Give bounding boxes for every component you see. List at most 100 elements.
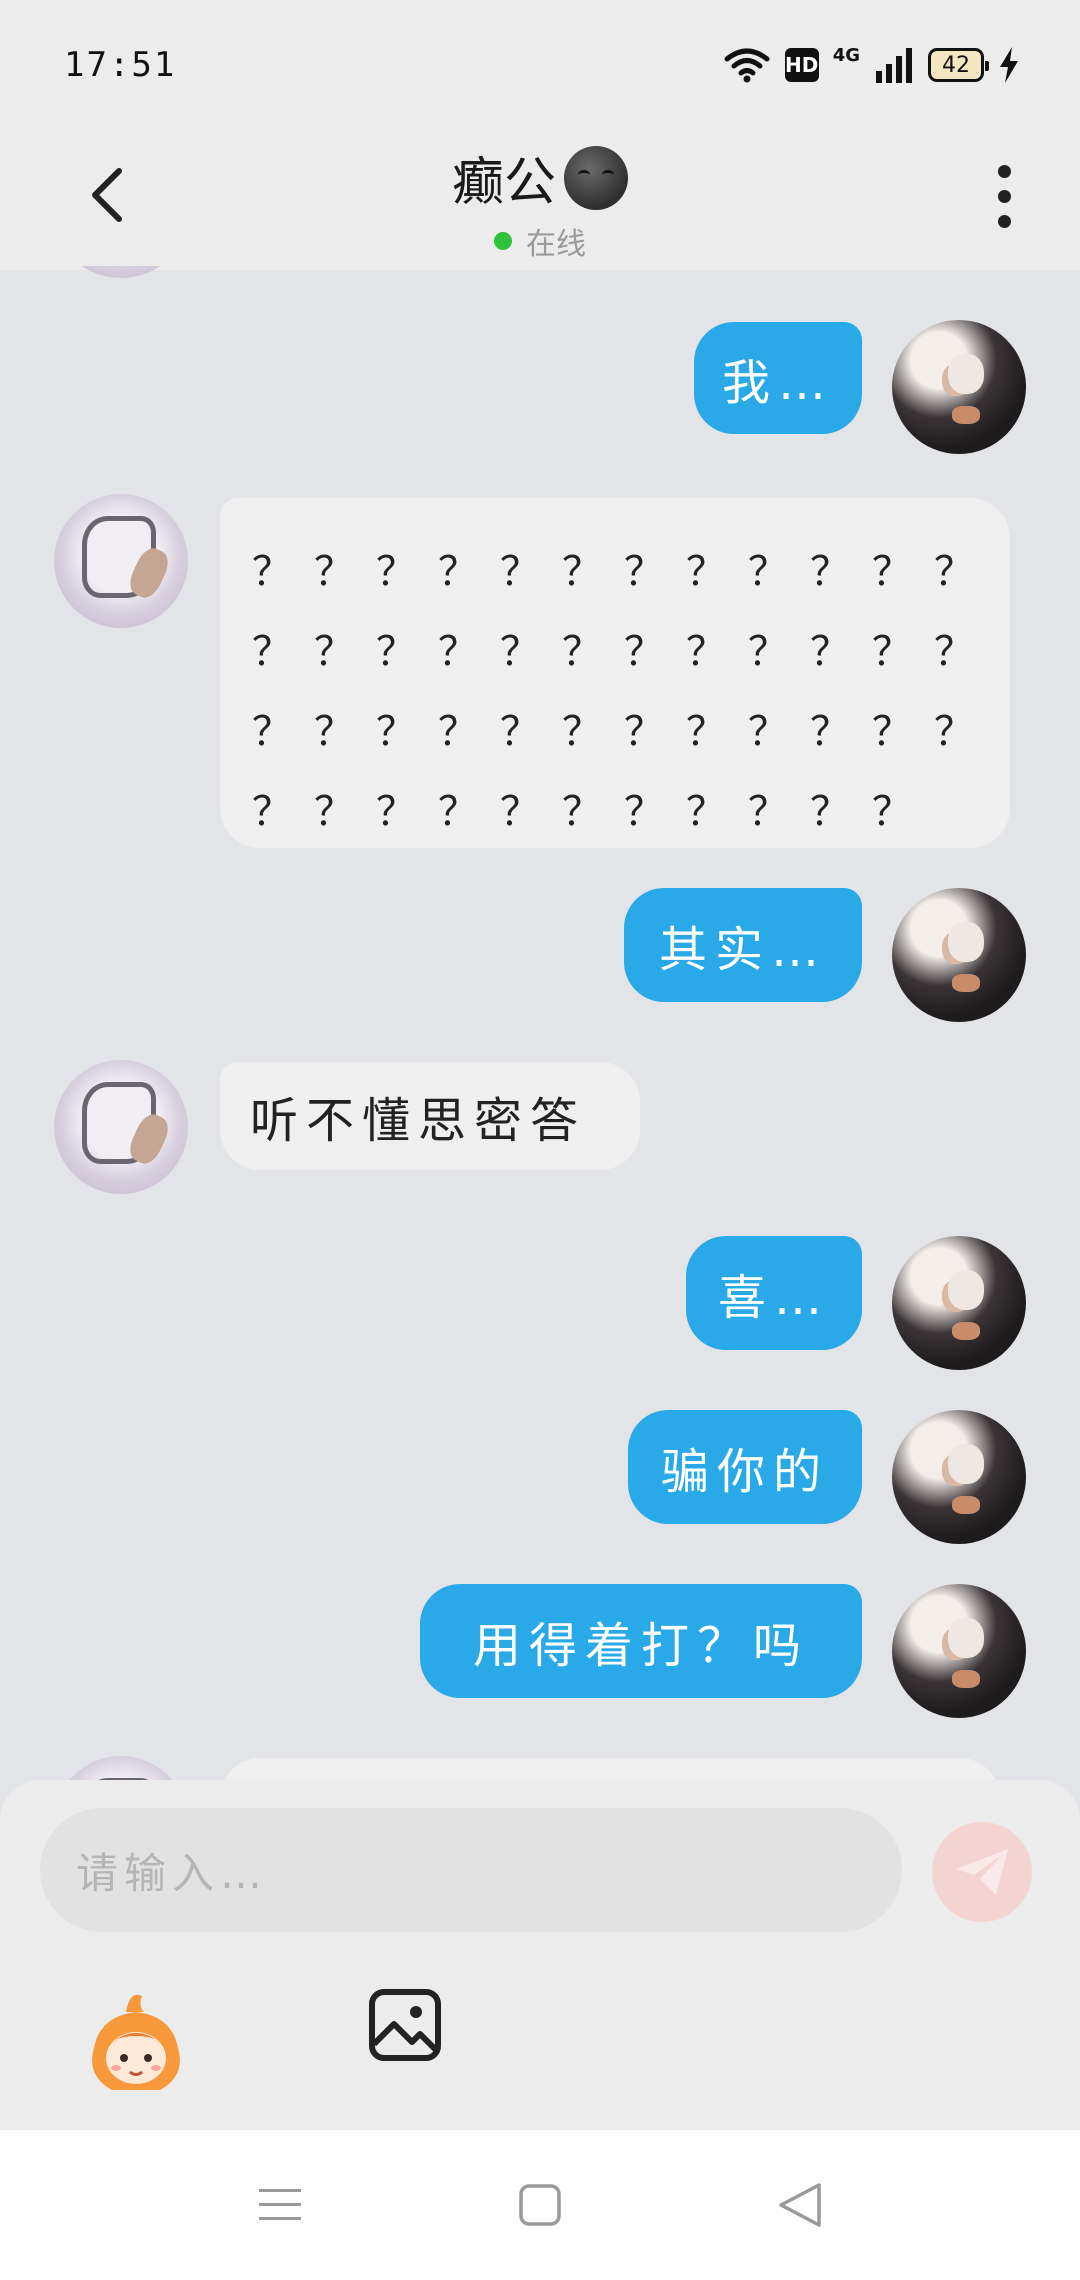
- question-mark: ？: [500, 549, 540, 595]
- menu-nav-button[interactable]: [250, 2175, 310, 2235]
- question-mark: ？: [252, 789, 292, 835]
- message-line: ？ ？ ？ ？ ？ ？ ？ ？ ？ ？ ？ ？: [252, 688, 1010, 768]
- image-picker-button[interactable]: [368, 1988, 442, 2062]
- question-mark: ？: [500, 789, 540, 835]
- message-bubble-incoming[interactable]: ？？？？？？？？？？？？ ？？？？？？？？？？？？ ？？？？？？？？？？？？ ？…: [220, 498, 1010, 848]
- hd-badge: HD: [784, 48, 819, 82]
- network-type: 4G: [832, 44, 860, 66]
- back-nav-button[interactable]: [770, 2175, 830, 2235]
- question-mark: ？: [252, 709, 292, 755]
- question-mark: ？: [810, 789, 850, 835]
- home-nav-button[interactable]: [510, 2175, 570, 2235]
- message-line: ？ ？ ？ ？ ？ ？ ？ ？ ？ ？ ？: [252, 768, 1010, 848]
- question-mark: ？: [810, 709, 850, 755]
- question-mark: ？: [562, 709, 602, 755]
- contact-avatar[interactable]: [54, 494, 188, 628]
- question-mark: ？: [438, 789, 478, 835]
- question-mark: ？: [872, 709, 912, 755]
- dot-icon: [997, 189, 1011, 203]
- message-input[interactable]: 请输入…: [40, 1808, 902, 1932]
- question-mark: ？: [562, 629, 602, 675]
- chat-screen: 17:51 HD 4G 42 癫公 在线 我… ？ ？ ？ ？ ？ ？ ？ ？ …: [0, 0, 1080, 2280]
- question-mark: ？: [500, 629, 540, 675]
- question-mark: ？: [934, 709, 974, 755]
- question-mark: ？: [872, 549, 912, 595]
- question-mark: ？: [252, 629, 292, 675]
- online-status: 在线: [494, 219, 586, 263]
- question-mark: ？: [624, 629, 664, 675]
- message-bubble-outgoing[interactable]: 用得着打？吗: [420, 1584, 862, 1698]
- composer: 请输入…: [0, 1780, 1080, 2130]
- my-avatar[interactable]: [892, 1410, 1026, 1544]
- battery-icon: 42: [928, 48, 989, 82]
- question-mark: ？: [624, 789, 664, 835]
- message-line: ？ ？ ？ ？ ？ ？ ？ ？ ？ ？ ？ ？: [252, 608, 1010, 688]
- message-bubble-outgoing[interactable]: 我…: [694, 322, 862, 434]
- my-avatar[interactable]: [892, 1236, 1026, 1370]
- question-mark: ？: [562, 549, 602, 595]
- question-mark: ？: [500, 709, 540, 755]
- question-mark: ？: [376, 789, 416, 835]
- message-bubble-outgoing[interactable]: 骗你的: [628, 1410, 862, 1524]
- question-mark: ？: [438, 629, 478, 675]
- question-mark: ？: [934, 549, 974, 595]
- charging-icon: [998, 47, 1020, 83]
- status-time: 17:51: [64, 45, 177, 85]
- more-options-button[interactable]: [974, 156, 1034, 236]
- online-status-label: 在线: [526, 227, 586, 262]
- smirk-moon-icon: [564, 145, 628, 210]
- chat-header: 癫公 在线: [0, 130, 1080, 270]
- question-mark: ？: [438, 549, 478, 595]
- back-triangle-icon: [779, 2183, 821, 2227]
- question-mark: ？: [376, 629, 416, 675]
- question-mark: ？: [872, 629, 912, 675]
- wifi-icon: [723, 45, 771, 85]
- question-mark: ？: [252, 549, 292, 595]
- contact-avatar[interactable]: [54, 1060, 188, 1194]
- system-nav-bar: [0, 2130, 1080, 2280]
- question-mark: ？: [686, 789, 726, 835]
- question-mark: ？: [624, 709, 664, 755]
- my-avatar[interactable]: [892, 320, 1026, 454]
- question-mark: ？: [748, 629, 788, 675]
- question-mark: ？: [748, 549, 788, 595]
- mascot-icon: [92, 1994, 180, 2090]
- question-mark: ？: [376, 549, 416, 595]
- question-mark: ？: [686, 549, 726, 595]
- question-mark: ？: [934, 629, 974, 675]
- question-mark: ？: [872, 789, 912, 835]
- question-mark: ？: [438, 709, 478, 755]
- question-mark: ？: [562, 789, 602, 835]
- question-mark: ？: [810, 549, 850, 595]
- home-square-icon: [519, 2184, 561, 2226]
- question-mark: ？: [748, 709, 788, 755]
- signal-icon: [874, 47, 914, 83]
- question-mark: ？: [748, 789, 788, 835]
- question-mark: ？: [314, 549, 354, 595]
- dot-icon: [997, 164, 1011, 178]
- send-button[interactable]: [932, 1822, 1032, 1922]
- message-bubble-outgoing[interactable]: 其实…: [624, 888, 862, 1002]
- question-mark: ？: [314, 789, 354, 835]
- question-mark: ？: [624, 549, 664, 595]
- mascot-emoji-button[interactable]: [86, 1986, 186, 2096]
- question-mark: ？: [314, 629, 354, 675]
- online-dot-icon: [494, 232, 512, 250]
- my-avatar[interactable]: [892, 1584, 1026, 1718]
- contact-name: 癫公: [452, 140, 628, 215]
- paper-plane-icon: [956, 1849, 1008, 1895]
- message-bubble-incoming[interactable]: 听不懂思密答: [220, 1062, 640, 1170]
- status-bar: 17:51 HD 4G 42: [0, 0, 1080, 130]
- title-block: 癫公 在线: [0, 140, 1080, 263]
- message-line: ？ ？ ？ ？ ？ ？ ？ ？ ？ ？ ？ ？: [252, 528, 1010, 608]
- dot-icon: [997, 214, 1011, 228]
- image-icon: [369, 1989, 441, 2061]
- question-mark: ？: [314, 709, 354, 755]
- status-icons: HD 4G 42: [723, 45, 1020, 85]
- menu-icon: [259, 2189, 301, 2220]
- question-mark: ？: [686, 629, 726, 675]
- question-mark: ？: [810, 629, 850, 675]
- question-mark: ？: [376, 709, 416, 755]
- my-avatar[interactable]: [892, 888, 1026, 1022]
- message-bubble-outgoing[interactable]: 喜…: [686, 1236, 862, 1350]
